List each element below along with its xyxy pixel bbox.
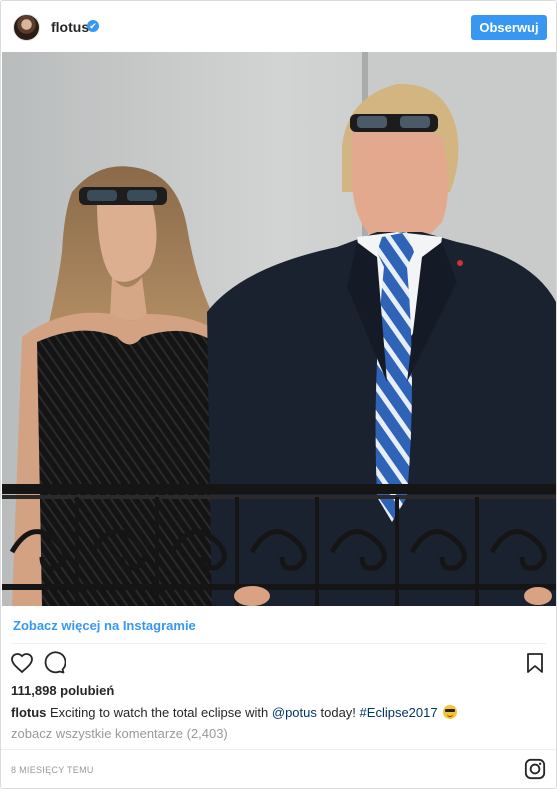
- instagram-icon[interactable]: [524, 758, 546, 780]
- caption-username[interactable]: flotus: [11, 705, 46, 720]
- caption: flotus Exciting to watch the total eclip…: [11, 705, 458, 720]
- post-header: flotus ✔ Obserwuj: [1, 1, 556, 52]
- sunglasses-emoji-icon: [443, 705, 458, 719]
- caption-text-middle: today!: [320, 705, 356, 720]
- verified-badge-icon: ✔: [87, 20, 99, 32]
- see-more-on-instagram-link[interactable]: Zobacz więcej na Instagramie: [13, 618, 196, 633]
- mention-link[interactable]: @potus: [272, 705, 317, 720]
- divider: [1, 749, 556, 750]
- divider: [11, 643, 546, 644]
- post-timestamp: 8 MIESIĘCY TEMU: [11, 765, 94, 775]
- heart-icon[interactable]: [10, 651, 34, 675]
- instagram-embed-card: flotus ✔ Obserwuj Zobacz więcej na Insta…: [0, 0, 557, 789]
- caption-text: Exciting to watch the total eclipse with: [50, 705, 269, 720]
- bookmark-icon[interactable]: [523, 651, 547, 675]
- post-photo[interactable]: [2, 52, 556, 606]
- photo-image: [2, 52, 556, 606]
- follow-button[interactable]: Obserwuj: [471, 15, 547, 40]
- hashtag-link[interactable]: #Eclipse2017: [360, 705, 438, 720]
- comment-icon[interactable]: [42, 651, 66, 675]
- like-count[interactable]: 111,898 polubień: [11, 683, 114, 698]
- avatar[interactable]: [13, 14, 40, 41]
- username[interactable]: flotus: [51, 19, 89, 35]
- view-all-comments-link[interactable]: zobacz wszystkie komentarze (2,403): [11, 726, 228, 741]
